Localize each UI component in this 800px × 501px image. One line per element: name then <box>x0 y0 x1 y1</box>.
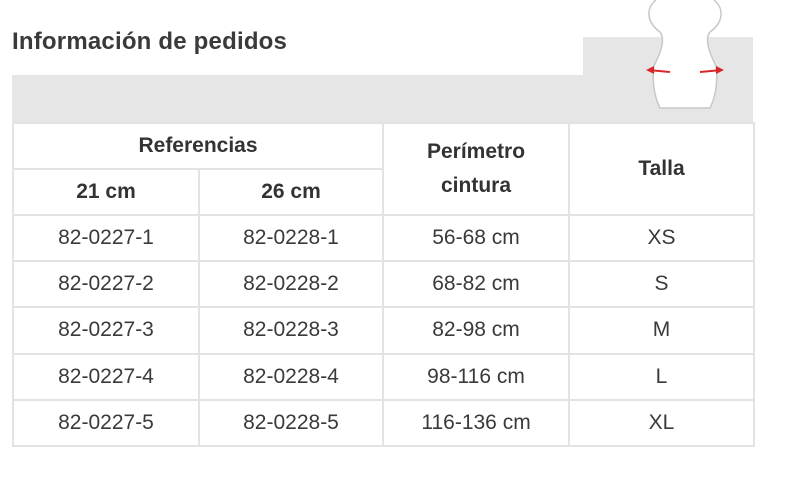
ref-26cm-cell: 82-0228-1 <box>197 213 385 263</box>
ref-21cm-cell: 82-0227-3 <box>12 306 200 355</box>
waist-cell: 82-98 cm <box>382 306 571 355</box>
header-26cm: 26 cm <box>197 168 385 216</box>
ref-26cm-cell: 82-0228-5 <box>197 398 385 448</box>
ref-21cm-cell: 82-0227-4 <box>12 352 200 401</box>
ref-26cm-cell: 82-0228-4 <box>197 352 385 401</box>
header-perimetro-cintura: Perímetro cintura <box>382 122 571 216</box>
table-row: 82-0227-2 82-0228-2 68-82 cm S <box>12 260 756 309</box>
header-perimetro-label: Perímetro cintura <box>426 140 526 197</box>
table-row: 82-0227-3 82-0228-3 82-98 cm M <box>12 306 756 355</box>
size-cell: XL <box>568 398 756 448</box>
waist-cell: 68-82 cm <box>382 260 571 309</box>
size-cell: M <box>568 306 756 355</box>
ref-26cm-cell: 82-0228-3 <box>197 306 385 355</box>
page-title: Información de pedidos <box>12 28 288 55</box>
ref-21cm-cell: 82-0227-2 <box>12 260 200 309</box>
table-row: 82-0227-4 82-0228-4 98-116 cm L <box>12 352 756 401</box>
size-cell: L <box>568 352 756 401</box>
waist-cell: 56-68 cm <box>382 213 571 263</box>
size-cell: XS <box>568 213 756 263</box>
ref-26cm-cell: 82-0228-2 <box>197 260 385 309</box>
waist-cell: 98-116 cm <box>382 352 571 401</box>
header-talla: Talla <box>568 122 756 216</box>
order-info-table: Referencias Perímetro cintura Talla 21 c… <box>11 122 756 448</box>
header-21cm: 21 cm <box>12 168 200 216</box>
table-row: 82-0227-1 82-0228-1 56-68 cm XS <box>12 213 756 263</box>
header-referencias: Referencias <box>11 122 385 170</box>
waist-cell: 116-136 cm <box>382 398 571 448</box>
ref-21cm-cell: 82-0227-1 <box>12 213 200 263</box>
size-cell: S <box>568 260 756 309</box>
waist-measurement-icon <box>646 0 724 109</box>
ref-21cm-cell: 82-0227-5 <box>12 398 200 448</box>
table-row: 82-0227-5 82-0228-5 116-136 cm XL <box>12 398 756 448</box>
